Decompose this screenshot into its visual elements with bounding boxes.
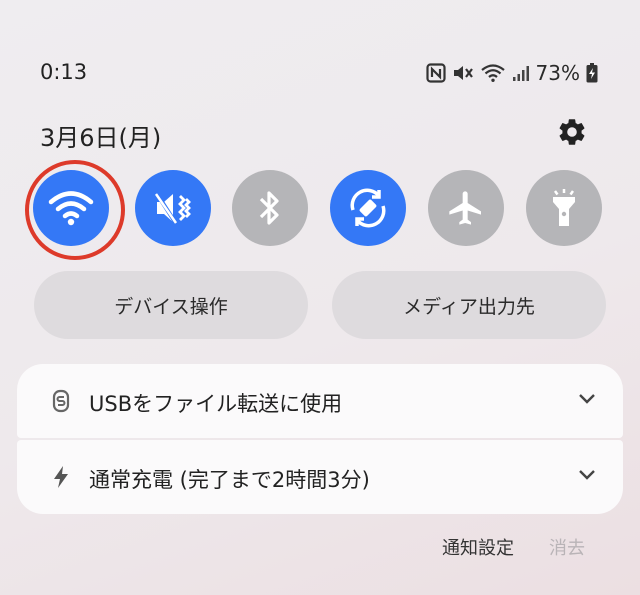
status-bar: 0:13 73% <box>0 56 640 90</box>
notification-title: USBをファイル転送に使用 <box>89 392 343 416</box>
auto-rotate-toggle[interactable] <box>330 170 406 246</box>
nfc-icon <box>425 63 446 83</box>
device-control-button[interactable]: デバイス操作 <box>34 271 308 339</box>
sound-toggle[interactable] <box>135 170 211 246</box>
flashlight-toggle[interactable] <box>526 170 602 246</box>
notification-settings-button[interactable]: 通知設定 <box>442 534 514 560</box>
chevron-down-icon[interactable] <box>577 468 597 482</box>
notification-usb[interactable]: USBをファイル転送に使用 <box>17 364 623 438</box>
charging-icon <box>54 466 68 488</box>
signal-icon <box>512 66 529 81</box>
chevron-down-icon[interactable] <box>577 392 597 406</box>
flashlight-icon <box>553 189 575 226</box>
quick-settings-row <box>0 170 640 250</box>
battery-charging-icon <box>586 63 598 83</box>
clear-button[interactable]: 消去 <box>549 534 585 560</box>
status-icons: 73% <box>425 60 598 86</box>
rotate-icon <box>350 188 386 228</box>
notification-charging[interactable]: 通常充電 (完了まで2時間3分) <box>17 440 623 514</box>
vibrate-icon <box>154 192 191 224</box>
bluetooth-toggle[interactable] <box>232 170 308 246</box>
battery-level: 73% <box>535 61 580 85</box>
gear-icon[interactable] <box>556 116 588 148</box>
mute-icon <box>453 66 473 80</box>
airplane-icon <box>449 191 481 225</box>
usb-icon <box>52 389 70 413</box>
media-output-button[interactable]: メディア出力先 <box>332 271 606 339</box>
notification-title: 通常充電 (完了まで2時間3分) <box>89 468 370 492</box>
bluetooth-icon <box>259 191 279 225</box>
wifi-toggle[interactable] <box>33 170 109 246</box>
wifi-icon <box>480 64 505 82</box>
status-time: 0:13 <box>40 60 88 84</box>
date-label: 3月6日(月) <box>40 124 162 152</box>
wifi-icon <box>48 191 94 226</box>
airplane-toggle[interactable] <box>428 170 504 246</box>
